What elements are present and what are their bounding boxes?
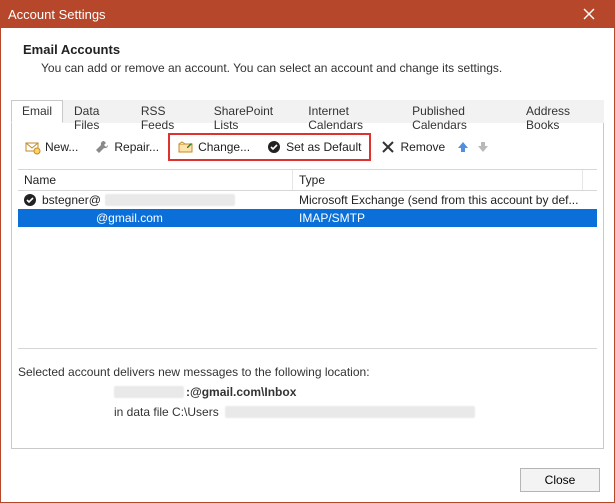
change-button[interactable]: Change... bbox=[171, 136, 257, 158]
button-label: Remove bbox=[400, 140, 445, 154]
tab-data-files[interactable]: Data Files bbox=[63, 100, 130, 123]
tab-label: RSS Feeds bbox=[141, 104, 174, 132]
window-close-button[interactable] bbox=[571, 0, 607, 28]
page-title: Email Accounts bbox=[23, 42, 592, 57]
folder-change-icon bbox=[178, 139, 194, 155]
check-circle-icon bbox=[266, 139, 282, 155]
redacted-text bbox=[105, 194, 235, 206]
remove-button[interactable]: Remove bbox=[373, 136, 452, 158]
tab-published-calendars[interactable]: Published Calendars bbox=[401, 100, 515, 123]
close-icon bbox=[581, 6, 597, 22]
tab-label: Email bbox=[22, 104, 52, 118]
toolbar: New... Repair... Change... bbox=[18, 129, 597, 169]
tab-rss-feeds[interactable]: RSS Feeds bbox=[130, 100, 203, 123]
button-label: Change... bbox=[198, 140, 250, 154]
mail-new-icon bbox=[25, 139, 41, 155]
column-header-spacer bbox=[583, 170, 597, 190]
dialog-footer: Close bbox=[520, 468, 600, 492]
delivery-heading: Selected account delivers new messages t… bbox=[18, 365, 597, 379]
remove-x-icon bbox=[380, 139, 396, 155]
tab-label: Published Calendars bbox=[412, 104, 467, 132]
account-row[interactable]: bstegner@ Microsoft Exchange (send from … bbox=[18, 191, 597, 209]
column-header-type[interactable]: Type bbox=[293, 170, 583, 190]
button-label: Set as Default bbox=[286, 140, 361, 154]
tabs: Email Data Files RSS Feeds SharePoint Li… bbox=[11, 99, 604, 123]
set-default-button[interactable]: Set as Default bbox=[259, 136, 368, 158]
delivery-info: Selected account delivers new messages t… bbox=[18, 349, 597, 419]
new-button[interactable]: New... bbox=[18, 136, 85, 158]
header-block: Email Accounts You can add or remove an … bbox=[1, 28, 614, 81]
account-name-prefix: bstegner@ bbox=[42, 193, 101, 207]
window-title: Account Settings bbox=[8, 7, 571, 22]
account-type: IMAP/SMTP bbox=[293, 211, 597, 225]
arrow-up-icon bbox=[455, 139, 471, 155]
tab-label: Internet Calendars bbox=[308, 104, 363, 132]
account-row-selected[interactable]: @gmail.com IMAP/SMTP bbox=[18, 209, 597, 227]
tab-sharepoint-lists[interactable]: SharePoint Lists bbox=[203, 100, 298, 123]
page-description: You can add or remove an account. You ca… bbox=[23, 61, 592, 75]
arrow-down-icon bbox=[475, 139, 491, 155]
button-label: Repair... bbox=[114, 140, 159, 154]
account-type: Microsoft Exchange (send from this accou… bbox=[293, 193, 597, 207]
tab-email[interactable]: Email bbox=[11, 100, 63, 123]
wrench-icon bbox=[94, 139, 110, 155]
button-label: New... bbox=[45, 140, 78, 154]
default-check-icon bbox=[22, 192, 38, 208]
tab-internet-calendars[interactable]: Internet Calendars bbox=[297, 100, 401, 123]
close-button[interactable]: Close bbox=[520, 468, 600, 492]
move-up-button[interactable] bbox=[454, 138, 472, 156]
highlighted-toolbar-group: Change... Set as Default bbox=[168, 133, 371, 161]
column-header-name[interactable]: Name bbox=[18, 170, 293, 190]
tab-label: Data Files bbox=[74, 104, 99, 132]
redacted-text bbox=[225, 406, 475, 418]
title-bar: Account Settings bbox=[0, 0, 615, 28]
redacted-text bbox=[114, 386, 184, 398]
accounts-list: bstegner@ Microsoft Exchange (send from … bbox=[18, 191, 597, 349]
move-down-button[interactable] bbox=[474, 138, 492, 156]
delivery-datafile-prefix: in data file C:\Users bbox=[114, 405, 219, 419]
list-header: Name Type bbox=[18, 169, 597, 191]
delivery-mailbox: :@gmail.com\Inbox bbox=[186, 385, 296, 399]
tab-address-books[interactable]: Address Books bbox=[515, 100, 604, 123]
repair-button[interactable]: Repair... bbox=[87, 136, 166, 158]
account-name: @gmail.com bbox=[96, 211, 163, 225]
